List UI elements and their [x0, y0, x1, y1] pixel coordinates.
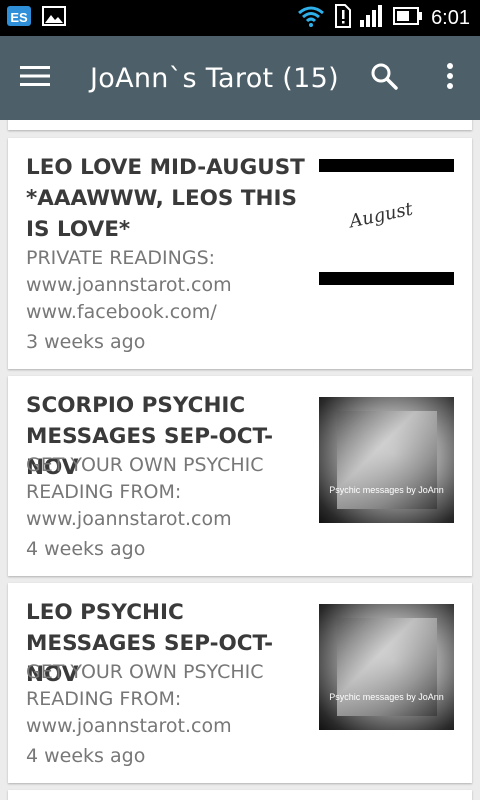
video-time-ago: 3 weeks ago	[26, 331, 146, 353]
video-thumbnail[interactable]: Psychic messages by JoAnn	[319, 604, 454, 730]
image-icon	[42, 5, 66, 31]
video-description: GET YOUR OWN PSYCHIC READING FROM: www.j…	[26, 452, 316, 533]
thumb-text: August	[347, 198, 415, 233]
description-line: www.joannstarot.com	[26, 508, 232, 530]
description-line: GET YOUR OWN PSYCHIC	[26, 661, 264, 683]
video-time-ago: 4 weeks ago	[26, 745, 146, 767]
clock: 6:01	[431, 6, 470, 29]
video-time-ago: 4 weeks ago	[26, 538, 146, 560]
list-item[interactable]: LEO PSYCHIC MESSAGES SEP-OCT-NOV GET YOU…	[8, 583, 472, 783]
list-item-partial[interactable]	[8, 790, 472, 800]
description-line: www.joannstarot.com	[26, 715, 232, 737]
description-line: READING FROM:	[26, 481, 182, 503]
video-description: GET YOUR OWN PSYCHIC READING FROM: www.j…	[26, 659, 316, 740]
thumb-bar-top	[319, 159, 454, 172]
video-thumbnail[interactable]: August	[319, 159, 454, 285]
video-title: LEO LOVE MID-AUGUST *AAAWWW, LEOS THIS I…	[26, 155, 305, 242]
wifi-icon	[297, 5, 325, 31]
battery-icon	[393, 6, 423, 30]
video-list: LEO LOVE MID-AUGUST *AAAWWW, LEOS THIS I…	[0, 120, 480, 800]
description-line: PRIVATE READINGS:	[26, 247, 216, 269]
description-line: www.facebook.com/	[26, 301, 217, 323]
description-line: GET YOUR OWN PSYCHIC	[26, 454, 264, 476]
more-vert-icon	[446, 62, 454, 94]
description-line: READING FROM:	[26, 688, 182, 710]
es-file-icon: ES	[6, 3, 32, 33]
hamburger-menu-icon	[20, 65, 50, 91]
thumb-bar-bottom	[319, 272, 454, 285]
thumb-text: Psychic messages by JoAnn	[329, 485, 444, 495]
list-item[interactable]: SCORPIO PSYCHIC MESSAGES SEP-OCT-NOV GET…	[8, 376, 472, 576]
thumb-text: Psychic messages by JoAnn	[329, 692, 444, 702]
status-bar: ES 6:01	[0, 0, 480, 36]
video-thumbnail[interactable]: Psychic messages by JoAnn	[319, 397, 454, 523]
description-line: www.joannstarot.com	[26, 274, 232, 296]
overflow-menu-button[interactable]	[430, 36, 470, 120]
app-bar: JoAnn`s Tarot (15)	[0, 36, 480, 120]
list-item[interactable]: LEO LOVE MID-AUGUST *AAAWWW, LEOS THIS I…	[8, 138, 472, 369]
menu-button[interactable]	[0, 36, 70, 120]
search-button[interactable]	[358, 36, 410, 120]
svg-text:ES: ES	[10, 10, 28, 25]
list-item-partial[interactable]	[8, 120, 472, 130]
alert-icon	[333, 4, 352, 32]
signal-icon	[359, 4, 385, 32]
page-title: JoAnn`s Tarot (15)	[90, 62, 339, 94]
search-icon	[370, 62, 398, 94]
video-description: PRIVATE READINGS: www.joannstarot.com ww…	[26, 245, 316, 326]
